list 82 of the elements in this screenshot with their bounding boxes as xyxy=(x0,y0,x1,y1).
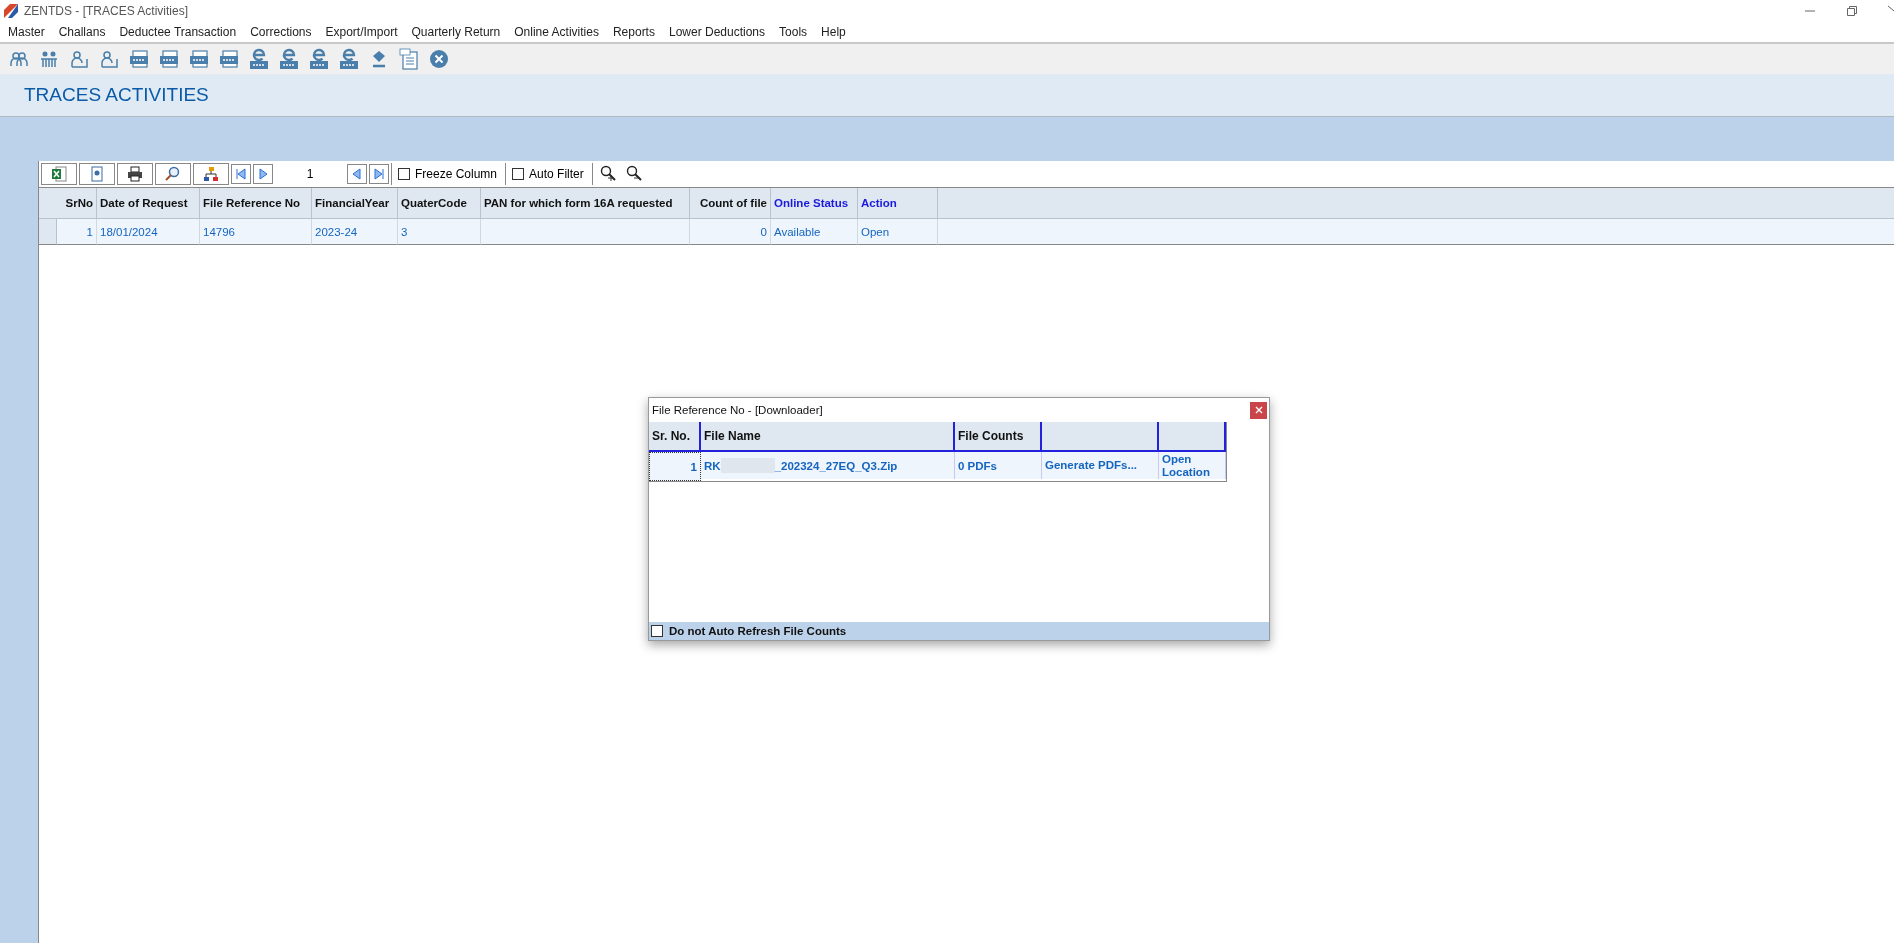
first-page-icon xyxy=(235,168,247,180)
hierarchy-icon xyxy=(203,166,219,182)
table-cell: Open xyxy=(858,219,938,245)
zoom-out-icon xyxy=(624,165,643,183)
freeze-column-checkbox[interactable]: Freeze Column xyxy=(391,163,504,185)
menu-item[interactable]: Export/Import xyxy=(325,25,398,39)
menu-item[interactable]: Tools xyxy=(779,25,808,39)
table-cell: 0 xyxy=(690,219,771,245)
table-cell: 3 xyxy=(398,219,481,245)
window-title: ZENTDS - [TRACES Activities] xyxy=(24,4,189,18)
menu-item[interactable]: Lower Deductions xyxy=(668,25,766,39)
eform-icon xyxy=(249,48,269,70)
table-cell: 1 xyxy=(57,219,97,245)
eform-icon xyxy=(309,48,329,70)
menu-item[interactable]: Master xyxy=(8,25,45,39)
form-icon xyxy=(129,49,149,69)
column-header[interactable]: FinancialYear xyxy=(312,188,398,219)
column-header[interactable]: PAN for which form 16A requested xyxy=(481,188,690,219)
export-button[interactable] xyxy=(79,163,115,185)
column-header: File Counts xyxy=(955,422,1042,452)
file-name: RK xyxy=(704,459,721,472)
header-corner xyxy=(39,188,57,219)
play-icon xyxy=(257,168,269,180)
column-header[interactable]: QuaterCode xyxy=(398,188,481,219)
group-icon xyxy=(39,49,59,69)
print-button[interactable] xyxy=(117,163,153,185)
menu-item[interactable]: Quarterly Return xyxy=(411,25,501,39)
app-logo-icon xyxy=(4,4,18,18)
column-header[interactable]: Count of file xyxy=(690,188,771,219)
close-button[interactable] xyxy=(1250,401,1267,419)
menu-item[interactable]: Help xyxy=(821,25,846,39)
column-header[interactable]: Online Status xyxy=(771,188,858,219)
printer-icon xyxy=(127,166,143,182)
menu-item[interactable]: Online Activities xyxy=(514,25,599,39)
last-page-button[interactable] xyxy=(369,164,389,184)
column-header[interactable]: Date of Request xyxy=(97,188,200,219)
search-button[interactable] xyxy=(155,163,191,185)
person-card-icon xyxy=(69,49,89,69)
back-icon xyxy=(351,168,363,180)
excel-export-button[interactable] xyxy=(41,163,77,185)
menu-item[interactable]: Reports xyxy=(612,25,655,39)
menu-item[interactable]: Challans xyxy=(58,25,106,39)
restore-icon xyxy=(1846,5,1858,17)
person-card-icon xyxy=(99,49,119,69)
page-title: TRACES ACTIVITIES xyxy=(24,84,209,106)
close-icon xyxy=(1254,406,1263,414)
users-icon xyxy=(9,49,29,69)
file-name: _202324_27EQ_Q3.Zip xyxy=(774,459,898,472)
column-header[interactable]: SrNo xyxy=(57,188,97,219)
menu-item[interactable]: Deductee Transaction xyxy=(119,25,237,39)
table-cell: 18/01/2024 xyxy=(97,219,200,245)
column-header: File Name xyxy=(701,422,955,452)
table-cell: Available xyxy=(771,219,858,245)
table-cell: 14796 xyxy=(200,219,312,245)
first-page-button[interactable] xyxy=(231,164,251,184)
pdf-document-icon xyxy=(399,48,419,70)
form-icon xyxy=(219,49,239,69)
dialog-title: File Reference No - [Downloader] xyxy=(652,404,823,416)
zoom-in-icon xyxy=(598,165,617,183)
eform-icon xyxy=(279,48,299,70)
column-header[interactable]: Action xyxy=(858,188,938,219)
form-icon xyxy=(189,49,209,69)
page-number: 1 xyxy=(305,167,315,181)
spreadsheet-icon xyxy=(51,166,67,182)
menu-item[interactable]: Corrections xyxy=(250,25,312,39)
form-icon xyxy=(159,49,179,69)
column-header[interactable]: File Reference No xyxy=(200,188,312,219)
table-cell: 0 PDFs xyxy=(955,452,1042,479)
previous-page-button[interactable] xyxy=(347,164,367,184)
next-page-button[interactable] xyxy=(253,164,273,184)
search-icon xyxy=(165,166,181,182)
eform-icon xyxy=(339,48,359,70)
document-icon xyxy=(89,166,105,182)
column-header: Sr. No. xyxy=(649,422,701,452)
last-page-icon xyxy=(373,168,385,180)
auto-refresh-checkbox[interactable]: Do not Auto Refresh File Counts xyxy=(649,622,1269,640)
hierarchy-button[interactable] xyxy=(193,163,229,185)
row-selector[interactable] xyxy=(39,219,57,245)
table-cell: 2023-24 xyxy=(312,219,398,245)
close-icon xyxy=(429,49,449,69)
auto-filter-checkbox[interactable]: Auto Filter xyxy=(505,163,590,185)
table-cell: 1 xyxy=(649,452,701,481)
